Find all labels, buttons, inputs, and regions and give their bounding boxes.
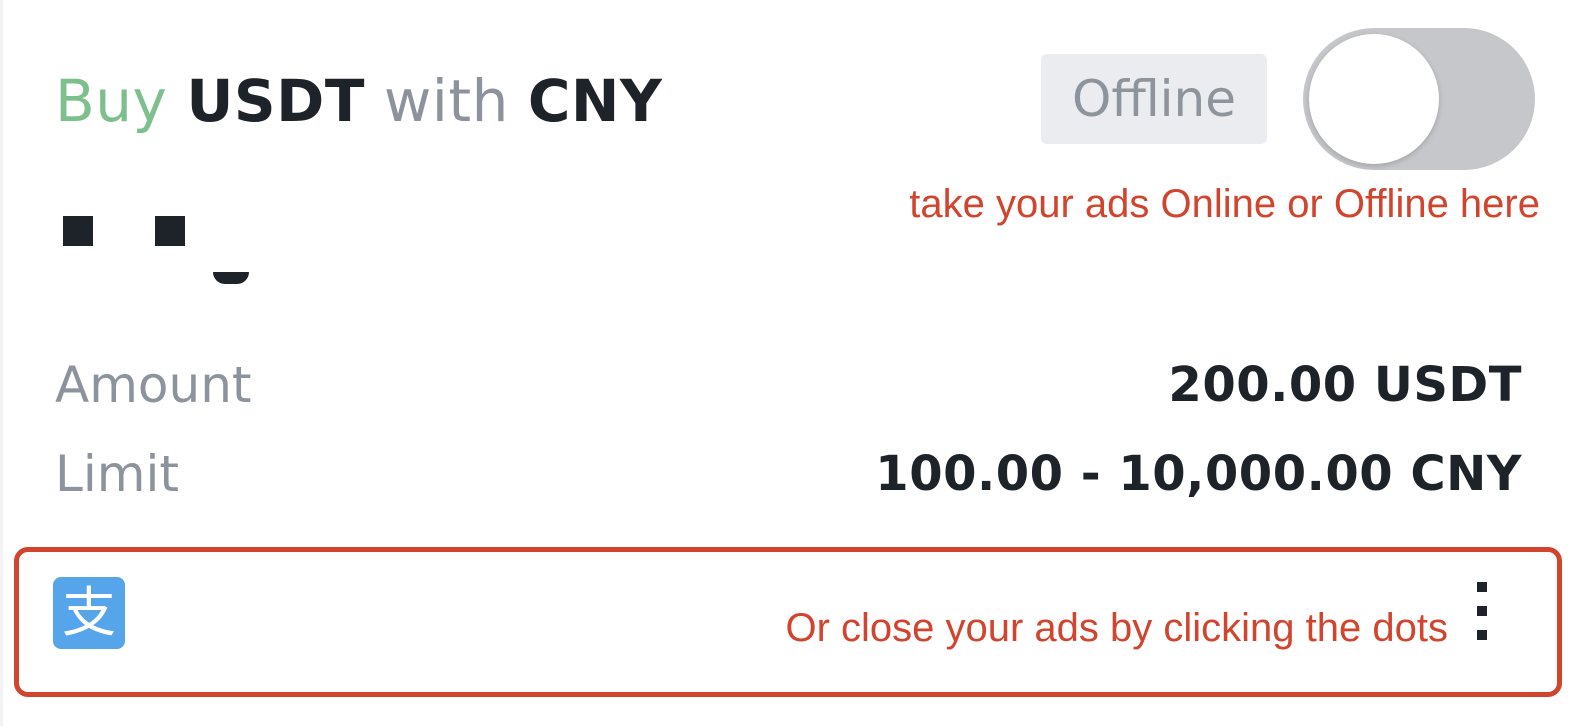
ad-asset: USDT <box>186 67 365 135</box>
more-vertical-icon <box>1477 582 1487 592</box>
ad-title: Buy USDT with CNY <box>55 66 662 136</box>
ad-fiat: CNY <box>527 67 663 135</box>
limit-value: 100.00 - 10,000.00 CNY <box>875 446 1522 502</box>
more-dot <box>1477 606 1487 616</box>
ad-connector: with <box>383 67 509 135</box>
alipay-icon: 支 <box>53 577 125 649</box>
more-dot <box>1477 630 1487 640</box>
toggle-hint-annotation: take your ads Online or Offline here <box>909 182 1540 226</box>
ad-action: Buy <box>55 67 168 135</box>
dots-hint-annotation: Or close your ads by clicking the dots <box>785 606 1448 650</box>
ad-card: Buy USDT with CNY Offline take your ads … <box>0 0 1576 726</box>
redacted-price <box>35 210 265 306</box>
toggle-knob <box>1309 34 1439 164</box>
more-options-button[interactable] <box>1461 572 1505 652</box>
online-offline-toggle[interactable] <box>1303 28 1535 170</box>
status-badge: Offline <box>1041 54 1267 144</box>
amount-label: Amount <box>55 356 252 414</box>
limit-label: Limit <box>55 445 179 503</box>
amount-value: 200.00 USDT <box>1168 357 1522 413</box>
